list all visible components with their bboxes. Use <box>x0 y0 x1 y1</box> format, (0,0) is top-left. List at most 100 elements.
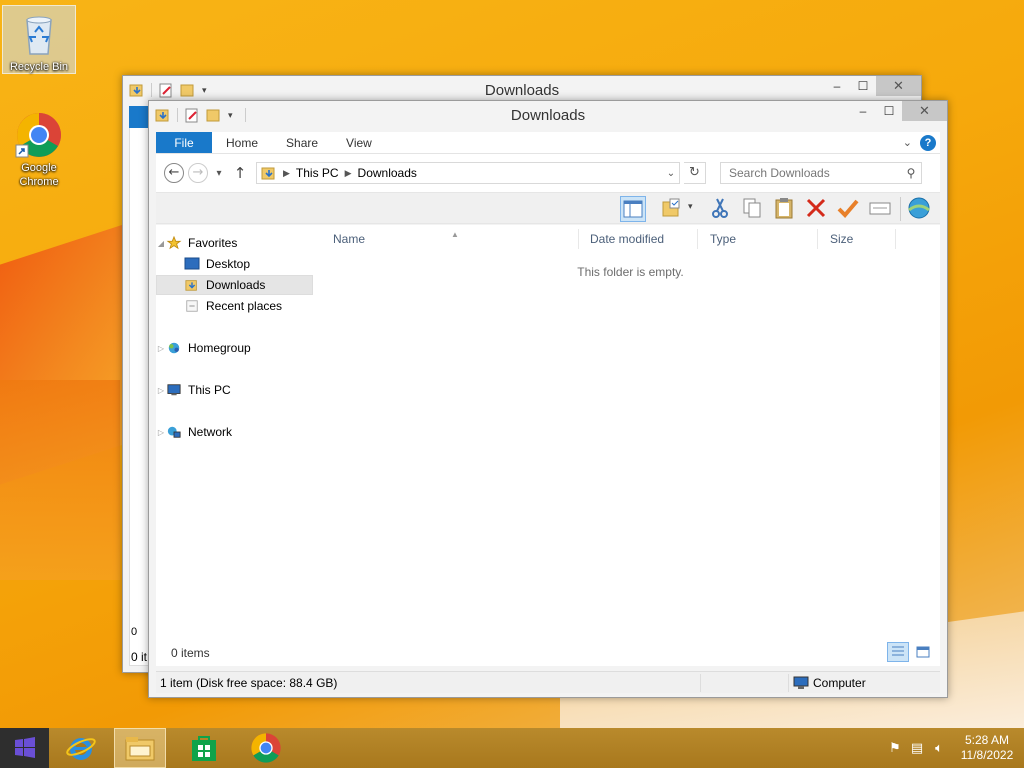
paste-button[interactable] <box>772 196 798 222</box>
computer-icon <box>793 676 809 689</box>
store-icon <box>192 736 216 761</box>
network-status-icon[interactable]: ▤ <box>906 741 928 756</box>
column-header-date-modified[interactable]: Date modified <box>578 229 698 249</box>
maximize-button[interactable]: ☐ <box>876 101 902 121</box>
rename-button[interactable] <box>836 196 862 222</box>
address-bar[interactable]: ▶ This PC ▶ Downloads ⌄ <box>256 162 680 184</box>
nav-label: Network <box>188 425 233 439</box>
forward-button[interactable]: → <box>188 163 208 183</box>
view-switcher <box>887 642 934 662</box>
new-folder-icon <box>662 198 680 217</box>
back-button[interactable]: ← <box>164 163 184 183</box>
network-drive-button[interactable] <box>907 196 933 222</box>
large-icons-view-button[interactable] <box>912 642 934 662</box>
expand-ribbon-icon[interactable]: ⌄ <box>903 136 912 149</box>
refresh-button[interactable]: ↻ <box>684 162 706 184</box>
nav-item-downloads[interactable]: Downloads <box>156 275 313 295</box>
preview-pane-icon <box>623 200 643 218</box>
tab-share[interactable]: Share <box>272 132 332 153</box>
volume-icon[interactable]: 🔈︎ <box>928 741 950 756</box>
expand-arrow-icon[interactable]: ◢ <box>156 239 166 248</box>
breadcrumb-separator-icon[interactable]: ▶ <box>283 168 290 179</box>
downloads-folder-icon <box>261 167 275 180</box>
new-folder-dropdown-icon[interactable]: ▾ <box>688 202 693 212</box>
status-bar: 1 item (Disk free space: 88.4 GB) Comput… <box>156 671 940 693</box>
nav-item-recent-places[interactable]: Recent places <box>156 296 313 316</box>
close-button[interactable]: ✕ <box>876 76 921 96</box>
delete-button[interactable] <box>804 196 830 222</box>
nav-label: Desktop <box>206 257 251 271</box>
nav-label: Downloads <box>206 278 266 292</box>
help-icon[interactable]: ? <box>920 134 936 151</box>
expand-arrow-icon[interactable]: ▷ <box>156 344 166 353</box>
maximize-button[interactable]: ☐ <box>850 76 876 96</box>
expand-arrow-icon[interactable]: ▷ <box>156 428 166 437</box>
breadcrumb-separator-icon[interactable]: ▶ <box>345 168 352 179</box>
column-label: Name <box>333 232 366 246</box>
search-placeholder: Search Downloads <box>729 166 830 180</box>
nav-item-homegroup[interactable]: ▷ Homegroup <box>156 338 313 358</box>
file-tab[interactable] <box>129 106 149 128</box>
taskbar-internet-explorer[interactable] <box>55 728 107 768</box>
computer-icon <box>167 384 181 396</box>
nav-label: Homegroup <box>188 341 251 355</box>
close-button[interactable]: ✕ <box>902 101 947 121</box>
address-dropdown-icon[interactable]: ⌄ <box>663 168 679 179</box>
start-button[interactable] <box>0 728 49 768</box>
minimize-button[interactable]: ‒ <box>824 76 850 96</box>
breadcrumb-downloads[interactable]: Downloads <box>358 166 417 180</box>
system-tray: ⚑ ▤ 🔈︎ 5:28 AM 11/8/2022 <box>884 728 1024 768</box>
expand-arrow-icon[interactable]: ▷ <box>156 386 166 395</box>
column-header-type[interactable]: Type <box>698 229 818 249</box>
title-bar[interactable]: ▾ Downloads ‒ ☐ ✕ <box>149 101 947 131</box>
breadcrumb-this-pc[interactable]: This PC <box>296 166 339 180</box>
column-header-name[interactable]: Name ▲ <box>321 229 579 249</box>
tab-home[interactable]: Home <box>212 132 272 153</box>
preview-pane-button[interactable] <box>620 196 646 222</box>
status-location: Computer <box>813 676 866 690</box>
details-view-button[interactable] <box>887 642 909 662</box>
sort-arrow-icon: ▲ <box>451 230 459 239</box>
check-icon <box>837 199 859 218</box>
tab-file[interactable]: File <box>156 132 212 153</box>
up-button[interactable]: ↑ <box>230 164 250 182</box>
clock-date: 11/8/2022 <box>960 748 1014 762</box>
copy-button[interactable] <box>740 196 766 222</box>
cut-button[interactable] <box>708 196 734 222</box>
new-folder-button[interactable] <box>660 196 686 222</box>
explorer-window[interactable]: ▾ Downloads ‒ ☐ ✕ File Home Share View ⌄… <box>148 100 948 698</box>
command-toolbar: ▾ <box>156 192 940 224</box>
toolbar-divider <box>900 197 901 221</box>
desktop-icon-recycle-bin[interactable]: Recycle Bin <box>2 5 76 74</box>
column-header-size[interactable]: Size <box>818 229 896 249</box>
clock[interactable]: 5:28 AM 11/8/2022 <box>950 733 1024 763</box>
status-disk-space: 1 item (Disk free space: 88.4 GB) <box>160 676 338 690</box>
search-input[interactable]: Search Downloads ⚲ <box>720 162 922 184</box>
taskbar-chrome[interactable] <box>240 728 292 768</box>
ribbon-tabs: File Home Share View ⌄ ? <box>156 132 940 154</box>
action-center-flag-icon[interactable]: ⚑ <box>884 741 906 756</box>
properties-button[interactable] <box>868 196 894 222</box>
nav-item-favorites[interactable]: ◢ Favorites <box>156 233 313 253</box>
nav-label: Favorites <box>188 236 238 250</box>
nav-item-desktop[interactable]: Desktop <box>156 254 313 274</box>
window-title: Downloads <box>484 82 560 99</box>
taskbar-file-explorer[interactable] <box>114 728 166 768</box>
navigation-pane[interactable]: ◢ Favorites Desktop Downloads Recent pla… <box>156 225 314 666</box>
windows-logo-icon <box>14 737 35 758</box>
recent-locations-icon[interactable]: ▾ <box>212 168 226 179</box>
downloads-folder-icon <box>185 280 197 291</box>
desktop-icon-google-chrome[interactable]: Google Chrome <box>2 107 76 189</box>
column-label: Size <box>830 232 854 246</box>
partial-text: 0 it <box>131 650 148 664</box>
recycle-bin-icon <box>15 10 63 58</box>
tab-view[interactable]: View <box>332 132 386 153</box>
taskbar: ⚑ ▤ 🔈︎ 5:28 AM 11/8/2022 <box>0 728 1024 768</box>
items-count: 0 items <box>171 646 210 660</box>
window-title: Downloads <box>510 107 586 124</box>
minimize-button[interactable]: ‒ <box>850 101 876 121</box>
nav-item-network[interactable]: ▷ Network <box>156 422 313 442</box>
file-list[interactable]: Name ▲ Date modified Type Size This fold… <box>321 225 940 666</box>
nav-item-this-pc[interactable]: ▷ This PC <box>156 380 313 400</box>
taskbar-store[interactable] <box>178 728 230 768</box>
